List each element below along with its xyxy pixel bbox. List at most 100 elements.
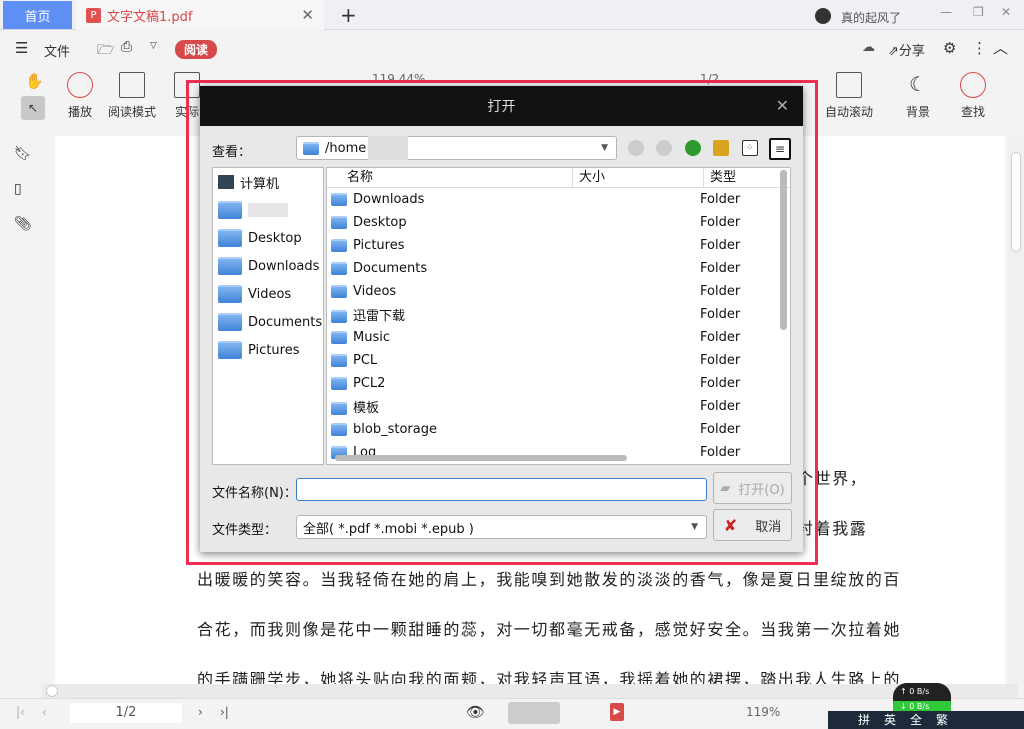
- page-number-input[interactable]: 1/2: [70, 703, 182, 723]
- close-icon[interactable]: ✕: [776, 96, 789, 115]
- grid-view-icon[interactable]: ⁘: [742, 140, 758, 156]
- filename-input[interactable]: [296, 478, 707, 501]
- file-row[interactable]: blob_storage Folder: [327, 418, 790, 441]
- cancel-button[interactable]: ✘ 取消: [713, 509, 792, 541]
- place-pictures[interactable]: Pictures: [213, 336, 323, 364]
- file-row[interactable]: 迅雷下载 Folder: [327, 303, 790, 326]
- ime-item[interactable]: 英: [884, 711, 896, 729]
- folder-icon: [331, 423, 347, 436]
- close-window-icon[interactable]: ✕: [1001, 5, 1011, 19]
- open-button[interactable]: ▰ 打开(O): [713, 472, 792, 504]
- place-label: Desktop: [248, 230, 302, 246]
- folder-icon: [218, 341, 242, 359]
- file-type: Folder: [700, 445, 741, 460]
- page-layout-buttons[interactable]: [508, 702, 560, 724]
- file-row[interactable]: Videos Folder: [327, 280, 790, 303]
- open-folder-icon[interactable]: 🗁: [97, 39, 114, 63]
- new-tab-button[interactable]: +: [340, 3, 357, 27]
- file-list-hscroll[interactable]: [335, 455, 627, 461]
- place-documents[interactable]: Documents: [213, 308, 323, 336]
- tab-home[interactable]: 首页: [3, 1, 72, 29]
- file-row[interactable]: Pictures Folder: [327, 234, 790, 257]
- play-icon: [67, 72, 93, 98]
- attachment-icon[interactable]: 📎︎: [14, 216, 32, 232]
- filetype-combo[interactable]: 全部( *.pdf *.mobi *.epub ) ▼: [296, 515, 707, 539]
- file-type: Folder: [700, 284, 741, 299]
- play-button[interactable]: 播放: [60, 72, 100, 120]
- restore-icon[interactable]: ❐: [973, 5, 984, 19]
- folder-icon: [331, 239, 347, 252]
- file-row[interactable]: Downloads Folder: [327, 188, 790, 211]
- background-button[interactable]: ☾ 背景: [898, 72, 938, 120]
- next-page-icon[interactable]: ›: [198, 705, 203, 719]
- column-type[interactable]: 类型: [704, 168, 780, 187]
- play-icon[interactable]: ▶: [610, 703, 624, 721]
- minimize-icon[interactable]: —: [940, 5, 952, 19]
- zoom-level[interactable]: 119%: [746, 705, 780, 719]
- auto-scroll-button[interactable]: 自动滚动: [818, 72, 880, 120]
- print-icon[interactable]: ⎙: [121, 39, 132, 55]
- ime-item[interactable]: 繁: [936, 711, 948, 729]
- file-name: Documents: [353, 261, 428, 276]
- cloud-sync-icon[interactable]: ☁: [862, 40, 875, 55]
- folder-icon: [331, 262, 347, 275]
- forward-icon[interactable]: [656, 140, 672, 156]
- share-button[interactable]: ⇗分享: [888, 40, 925, 59]
- horizontal-scrollbar[interactable]: [42, 684, 1018, 698]
- folder-icon: [303, 141, 319, 155]
- ime-toolbar[interactable]: 拼英全繁: [828, 711, 1024, 729]
- bookmark-icon[interactable]: 🔖︎: [14, 146, 32, 162]
- places-panel: 计算机 Desktop Downloads Videos Documents P…: [212, 167, 324, 465]
- find-button[interactable]: 查找: [955, 72, 991, 120]
- look-in-label: 查看：: [212, 145, 252, 160]
- tab-document[interactable]: P 文字文稿1.pdf ✕: [76, 0, 324, 30]
- chevron-down-icon[interactable]: ▽: [150, 41, 157, 51]
- hamburger-icon[interactable]: ☰: [15, 39, 28, 57]
- place-downloads[interactable]: Downloads: [213, 252, 323, 280]
- ime-item[interactable]: 全: [910, 711, 922, 729]
- more-icon[interactable]: ⋮: [972, 39, 987, 57]
- thumbnail-icon[interactable]: ▯: [14, 181, 22, 197]
- up-folder-icon[interactable]: [685, 140, 701, 156]
- read-mode-label: 阅读模式: [107, 105, 156, 119]
- gear-icon[interactable]: ⚙: [943, 39, 956, 57]
- last-page-icon[interactable]: ›|: [220, 705, 229, 719]
- prev-page-icon[interactable]: ‹: [42, 705, 47, 719]
- vertical-scrollbar[interactable]: [1008, 136, 1024, 686]
- file-type: Folder: [700, 353, 741, 368]
- place-label: [248, 203, 288, 217]
- first-page-icon[interactable]: |‹: [16, 705, 25, 719]
- file-row[interactable]: Music Folder: [327, 326, 790, 349]
- file-name: Videos: [353, 284, 397, 299]
- file-row[interactable]: PCL Folder: [327, 349, 790, 372]
- new-folder-icon[interactable]: [713, 140, 729, 156]
- back-icon[interactable]: [628, 140, 644, 156]
- file-row[interactable]: 模板 Folder: [327, 395, 790, 418]
- user-name[interactable]: 真的起风了: [841, 9, 901, 26]
- collapse-icon[interactable]: ︿: [993, 37, 1008, 58]
- close-tab-icon[interactable]: ✕: [301, 6, 314, 24]
- file-row[interactable]: PCL2 Folder: [327, 372, 790, 395]
- look-in-combo[interactable]: /home ▼: [296, 136, 617, 160]
- eye-icon[interactable]: 👁︎: [466, 703, 485, 721]
- place-home[interactable]: [213, 196, 323, 224]
- file-list-vscroll[interactable]: [780, 170, 787, 330]
- list-view-icon[interactable]: ≡: [769, 138, 791, 160]
- column-name[interactable]: 名称: [327, 168, 573, 187]
- place-computer[interactable]: 计算机: [213, 168, 323, 196]
- share-label: 分享: [898, 44, 925, 59]
- place-videos[interactable]: Videos: [213, 280, 323, 308]
- column-size[interactable]: 大小: [573, 168, 704, 187]
- filetype-value: 全部( *.pdf *.mobi *.epub ): [303, 521, 474, 537]
- place-desktop[interactable]: Desktop: [213, 224, 323, 252]
- file-row[interactable]: Documents Folder: [327, 257, 790, 280]
- file-menu[interactable]: 文件: [44, 41, 70, 60]
- file-type: Folder: [700, 307, 741, 322]
- file-row[interactable]: Desktop Folder: [327, 211, 790, 234]
- select-tool-icon[interactable]: ↖: [21, 96, 45, 120]
- ime-item[interactable]: 拼: [858, 711, 870, 729]
- read-badge[interactable]: 阅读: [175, 40, 218, 59]
- hand-tool-icon[interactable]: ✋: [25, 72, 44, 90]
- read-mode-button[interactable]: 阅读模式: [104, 72, 160, 120]
- avatar[interactable]: [815, 8, 831, 24]
